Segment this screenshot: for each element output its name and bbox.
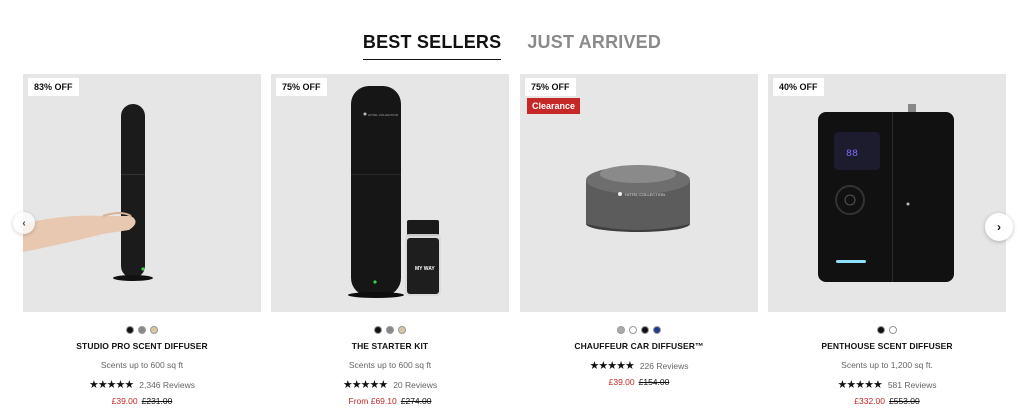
discount-badge: 75% OFF	[276, 78, 327, 96]
original-price: £154.00	[638, 377, 670, 387]
discount-badge: 40% OFF	[773, 78, 824, 96]
product-coverage: Scents up to 1,200 sq ft.	[841, 360, 933, 370]
swatch-black[interactable]	[374, 326, 382, 334]
review-count[interactable]: 2,346 Reviews	[139, 380, 195, 390]
product-price: £39.00 £154.00	[520, 377, 758, 387]
svg-text:88: 88	[846, 149, 858, 160]
original-price: £231.00	[141, 396, 173, 406]
product-image[interactable]: HOTEL COLLECTION 75% OFF Clearance	[520, 74, 758, 312]
product-image[interactable]: 88 40% OFF	[768, 74, 1006, 312]
product-image[interactable]: HOTEL COLLECTION MY WAY 75% OFF	[271, 74, 509, 312]
product-card-starter-kit[interactable]: HOTEL COLLECTION MY WAY 75% OFF THE STAR…	[271, 74, 509, 406]
color-swatches	[768, 326, 1006, 335]
product-price: From £69.10 £274.00	[271, 396, 509, 406]
swatch-black[interactable]	[126, 326, 134, 334]
original-price: £274.00	[400, 396, 432, 406]
starter-kit-image: HOTEL COLLECTION MY WAY	[348, 86, 441, 298]
my-way-label: MY WAY	[415, 266, 435, 272]
sale-price: From £69.10	[348, 396, 397, 406]
brand-text: HOTEL COLLECTION	[625, 192, 665, 197]
product-coverage: Scents up to 600 sq ft	[348, 360, 432, 370]
studio-pro-diffuser-image	[23, 104, 153, 281]
discount-badge: 83% OFF	[28, 78, 79, 96]
star-rating-icon: ★★★★★	[88, 379, 134, 391]
review-count[interactable]: 226 Reviews	[640, 361, 689, 371]
product-coverage: Scents up to 600 sq ft	[100, 360, 184, 370]
swatch-blue[interactable]	[653, 326, 661, 334]
swatch-gold[interactable]	[398, 326, 406, 334]
sale-price: £332.00	[854, 396, 885, 406]
review-count[interactable]: 581 Reviews	[888, 380, 937, 390]
chevron-left-icon: ‹	[22, 217, 26, 229]
product-rating: ★★★★★ 20 Reviews	[271, 378, 509, 391]
carousel-prev-button[interactable]: ‹	[13, 212, 35, 234]
product-price: £39.00 £231.00	[23, 396, 261, 406]
product-card-studio-pro[interactable]: 83% OFF STUDIO PRO SCENT DIFFUSER Scents…	[23, 74, 261, 406]
carousel-next-button[interactable]: ›	[985, 213, 1013, 241]
product-card-penthouse[interactable]: 88 40% OFF PENTHOUSE SCENT DIFFUSER Scen…	[768, 74, 1006, 406]
discount-badge: 75% OFF	[525, 78, 576, 96]
product-price: £332.00 £553.00	[768, 396, 1006, 406]
original-price: £553.00	[889, 396, 920, 406]
star-rating-icon: ★★★★★	[589, 360, 635, 372]
sale-price: £39.00	[111, 396, 138, 406]
swatch-black[interactable]	[641, 326, 649, 334]
brand-text: HOTEL COLLECTION	[368, 113, 398, 117]
product-name[interactable]: CHAUFFEUR CAR DIFFUSER™	[520, 341, 758, 351]
swatch-white[interactable]	[889, 326, 897, 334]
chevron-right-icon: ›	[997, 220, 1001, 234]
star-rating-icon: ★★★★★	[837, 379, 883, 391]
review-count[interactable]: 20 Reviews	[393, 380, 437, 390]
product-image[interactable]: 83% OFF	[23, 74, 261, 312]
product-name[interactable]: THE STARTER KIT	[271, 341, 509, 351]
product-rating: ★★★★★ 2,346 Reviews	[23, 378, 261, 391]
tab-best-sellers[interactable]: BEST SELLERS	[362, 32, 502, 60]
sale-price: £39.00	[608, 377, 635, 387]
product-rating: ★★★★★ 581 Reviews	[768, 378, 1006, 391]
swatch-white[interactable]	[629, 326, 637, 334]
swatch-grey[interactable]	[617, 326, 625, 334]
color-swatches	[23, 326, 261, 335]
swatch-gold[interactable]	[150, 326, 158, 334]
swatch-grey[interactable]	[138, 326, 146, 334]
product-name[interactable]: STUDIO PRO SCENT DIFFUSER	[23, 341, 261, 351]
product-card-chauffeur[interactable]: HOTEL COLLECTION 75% OFF Clearance CHAUF…	[520, 74, 758, 387]
color-swatches	[520, 326, 758, 335]
penthouse-diffuser-image: 88	[818, 104, 954, 282]
swatch-grey[interactable]	[386, 326, 394, 334]
color-swatches	[271, 326, 509, 335]
best-sellers-section: BEST SELLERS JUST ARRIVED 83% OFF STUDIO…	[0, 0, 1024, 411]
product-rating: ★★★★★ 226 Reviews	[520, 359, 758, 372]
tab-just-arrived[interactable]: JUST ARRIVED	[527, 32, 661, 60]
clearance-badge: Clearance	[527, 98, 581, 114]
swatch-black[interactable]	[877, 326, 885, 334]
star-rating-icon: ★★★★★	[342, 379, 388, 391]
product-name[interactable]: PENTHOUSE SCENT DIFFUSER	[768, 341, 1006, 351]
tab-bar: BEST SELLERS JUST ARRIVED	[0, 32, 1024, 60]
